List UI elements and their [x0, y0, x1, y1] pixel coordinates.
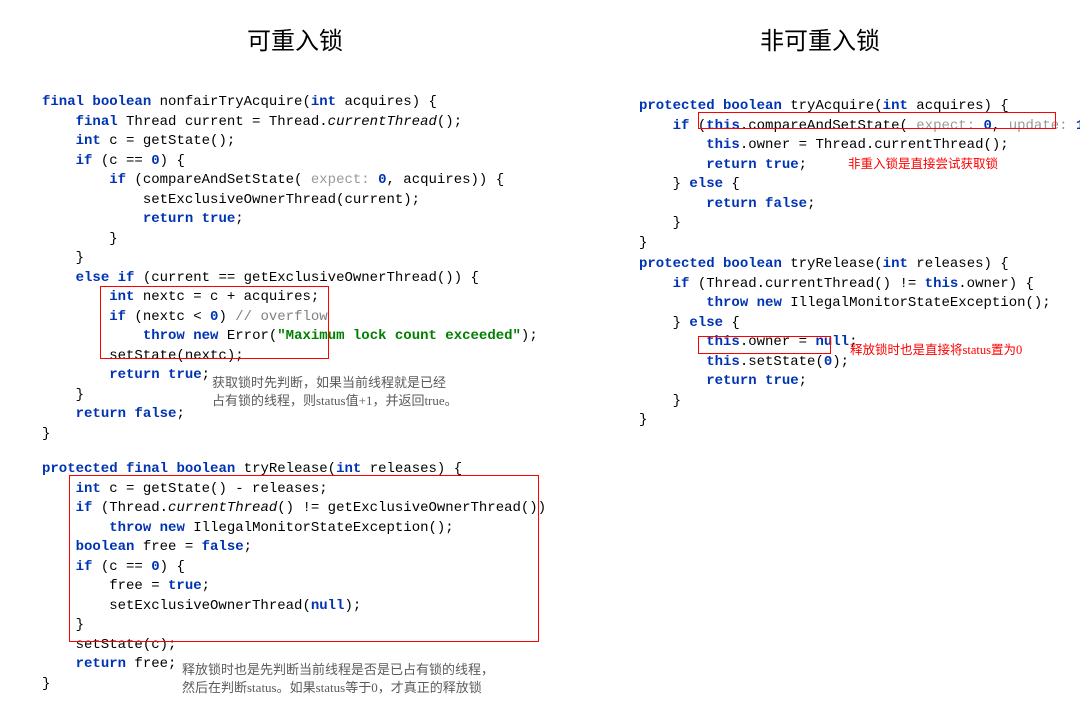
highlight-box-compare-and-set — [698, 112, 1056, 129]
annotation-acquire-left: 获取锁时先判断，如果当前线程就是已经占有锁的线程，则status值+1，并返回t… — [212, 374, 458, 410]
highlight-box-nextc — [100, 286, 329, 359]
heading-nonreentrant: 非可重入锁 — [760, 21, 880, 56]
heading-reentrant: 可重入锁 — [247, 21, 343, 56]
annotation-release-left: 释放锁时也是先判断当前线程是否是已占有锁的线程，然后在判断status。如果st… — [182, 661, 494, 697]
annotation-acquire-right: 非重入锁是直接尝试获取锁 — [848, 155, 998, 173]
highlight-box-release-body — [69, 475, 539, 642]
highlight-box-set-state — [698, 336, 831, 354]
annotation-release-right: 释放锁时也是直接将status置为0 — [850, 341, 1022, 359]
